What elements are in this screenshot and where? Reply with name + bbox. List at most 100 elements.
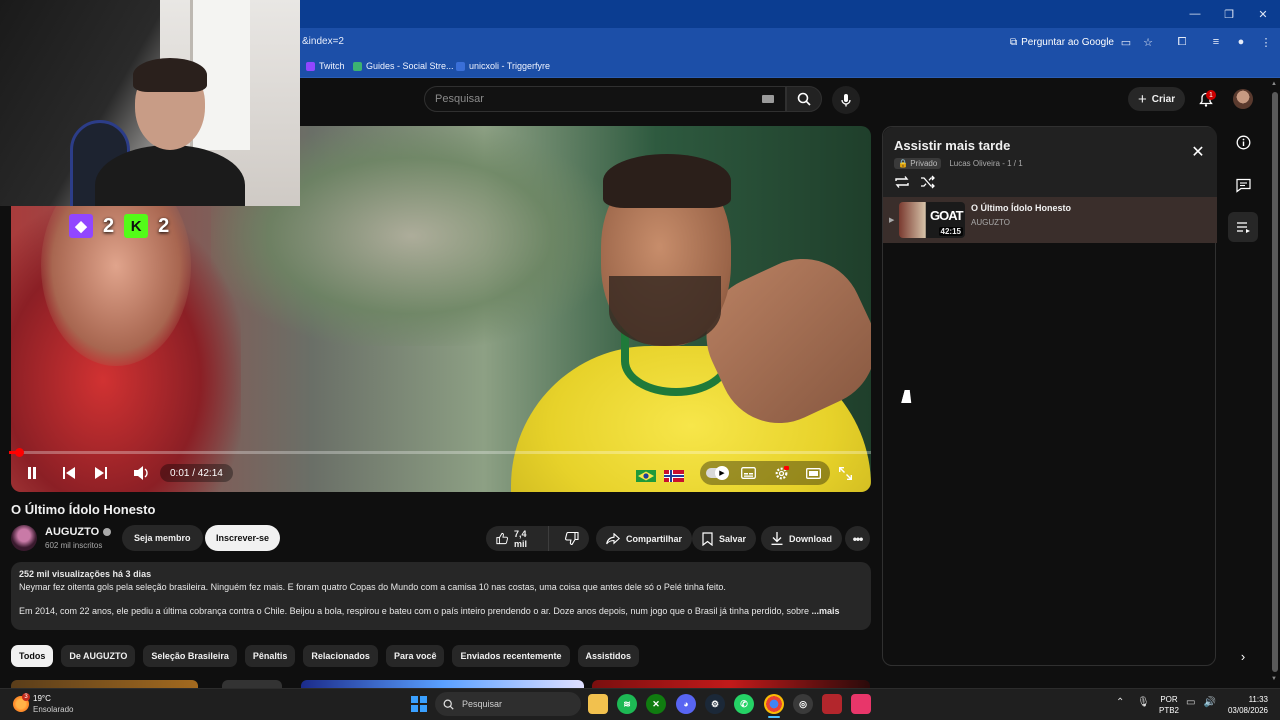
tray-overflow-icon[interactable]: ⌃ (1116, 697, 1124, 708)
chip-enviados-recentemente[interactable]: Enviados recentemente (452, 645, 570, 667)
chip-relacionados[interactable]: Relacionados (303, 645, 378, 667)
subscribe-button[interactable]: Inscrever-se (205, 525, 281, 551)
chat-button[interactable] (1228, 170, 1258, 200)
obs-icon[interactable]: ◎ (793, 694, 813, 714)
profile-icon[interactable]: ● (1233, 34, 1249, 50)
like-count: 7,4 mil (514, 528, 528, 549)
thumbnail-text: GOAT (930, 208, 964, 223)
theater-mode-button[interactable] (803, 463, 823, 483)
pause-icon (28, 467, 36, 479)
fullscreen-button[interactable] (835, 463, 855, 483)
chip-sele-o-brasileira[interactable]: Seleção Brasileira (143, 645, 237, 667)
steam-icon[interactable]: ⚙ (705, 694, 725, 714)
taskbar-search[interactable]: Pesquisar (435, 692, 581, 716)
close-window-icon[interactable]: ✕ (1246, 0, 1280, 28)
progress-bar[interactable] (9, 451, 871, 454)
weather-temperature[interactable]: 19°C (33, 694, 51, 703)
playlist-toggle-button[interactable] (1228, 212, 1258, 242)
search-button[interactable] (786, 86, 822, 112)
subtitles-button[interactable] (738, 463, 758, 483)
start-button[interactable] (411, 696, 427, 712)
like-button[interactable]: 7,4 mil (486, 526, 549, 551)
active-app-indicator (768, 716, 780, 718)
description-box[interactable]: 252 mil visualizações há 3 dias Neymar f… (11, 562, 871, 630)
avatar[interactable] (1233, 89, 1253, 109)
keyboard-icon[interactable] (762, 95, 774, 103)
related-thumbnail[interactable] (11, 680, 198, 688)
chip-p-naltis[interactable]: Pênaltis (244, 645, 296, 667)
subtitle-flags (636, 470, 684, 482)
privacy-label: Privado (910, 159, 938, 168)
dislike-button[interactable] (555, 526, 589, 551)
chip-para-voc[interactable]: Para você (385, 645, 445, 667)
join-button[interactable]: Seja membro (122, 525, 203, 551)
volume-button[interactable] (131, 463, 153, 483)
streaming-app-icon[interactable] (822, 694, 842, 714)
create-button[interactable]: + Criar (1128, 87, 1186, 111)
file-explorer-icon[interactable] (588, 694, 608, 714)
plus-icon: + (1138, 90, 1147, 108)
shuffle-button[interactable] (919, 173, 937, 191)
channel-name-link[interactable]: AUGUZTO (45, 526, 112, 538)
scroll-down-icon[interactable]: ▼ (1271, 676, 1277, 682)
tray-mic-icon[interactable]: 🎙 (1137, 697, 1150, 708)
bookmark-twitch[interactable]: Twitch (306, 61, 345, 71)
cast-icon[interactable]: ▭ (1118, 34, 1134, 50)
url-text[interactable]: &index=2 (302, 36, 344, 47)
brazil-flag-icon (636, 470, 656, 482)
media-control-icon[interactable]: ≡ (1208, 34, 1224, 50)
spotify-icon[interactable]: ≋ (617, 694, 637, 714)
playlist-title[interactable]: Assistir mais tarde (894, 138, 1010, 153)
chip-assistidos[interactable]: Assistidos (577, 645, 640, 667)
app-icon[interactable] (851, 694, 871, 714)
extensions-icon[interactable]: ⧠ (1174, 34, 1190, 50)
share-button[interactable]: Compartilhar (596, 526, 693, 551)
xbox-icon[interactable]: ✕ (646, 694, 666, 714)
discord-icon[interactable]: ◕ (676, 694, 696, 714)
chrome-menu-icon[interactable]: ⋮ (1258, 34, 1274, 50)
chat-icon (1235, 178, 1251, 193)
speaker-icon[interactable]: 🔊 (1203, 697, 1215, 708)
pause-button[interactable] (22, 463, 42, 483)
progress-scrubber[interactable] (15, 448, 24, 457)
more-actions-button[interactable]: ••• (845, 526, 870, 551)
more-horizontal-icon: ••• (852, 531, 864, 546)
previous-button[interactable] (59, 463, 79, 483)
close-icon[interactable]: ✕ (1189, 143, 1207, 161)
whatsapp-icon[interactable]: ✆ (734, 694, 754, 714)
playlist-item[interactable]: ▶ GOAT 42:15 O Último Ídolo Honesto AUGU… (883, 197, 1217, 243)
gear-icon (775, 465, 789, 479)
scroll-up-icon[interactable]: ▲ (1271, 81, 1277, 87)
save-button[interactable]: Salvar (692, 526, 757, 551)
bookmark-triggerfyre[interactable]: unicxoli - Triggerfyre (456, 61, 550, 71)
ask-google-button[interactable]: ⧉ Perguntar ao Google (1004, 33, 1120, 51)
playlist-panel: Assistir mais tarde 🔒 Privado Lucas Oliv… (882, 126, 1217, 666)
settings-button[interactable] (770, 463, 792, 483)
related-thumbnail[interactable] (222, 680, 282, 688)
chip-de-auguzto[interactable]: De AUGUZTO (61, 645, 136, 667)
download-button[interactable]: Download (761, 526, 842, 551)
chevron-right-icon[interactable]: › (1232, 645, 1254, 667)
chrome-icon[interactable] (764, 694, 784, 714)
show-more-link[interactable]: ...mais (812, 606, 840, 616)
playlist-item-thumbnail[interactable]: GOAT 42:15 (899, 202, 965, 238)
search-input[interactable]: Pesquisar (424, 86, 786, 112)
bookmark-star-icon[interactable]: ☆ (1140, 34, 1156, 50)
channel-avatar[interactable] (11, 525, 37, 551)
related-thumbnail[interactable] (592, 680, 870, 688)
weather-description[interactable]: Ensolarado (33, 705, 73, 714)
network-icon[interactable]: ▭ (1186, 697, 1195, 708)
next-button[interactable] (91, 463, 111, 483)
system-clock[interactable]: 11:33 03/08/2026 (1226, 694, 1268, 716)
loop-button[interactable] (893, 173, 911, 191)
voice-search-button[interactable] (832, 86, 860, 114)
bookmark-guides[interactable]: Guides - Social Stre... (353, 61, 454, 71)
related-thumbnail[interactable] (301, 680, 584, 688)
scrollbar-thumb[interactable] (1272, 92, 1278, 672)
info-button[interactable] (1228, 127, 1258, 157)
chip-todos[interactable]: Todos (11, 645, 54, 667)
input-language[interactable]: POR PTB2 (1159, 694, 1179, 716)
minimize-icon[interactable]: — (1178, 0, 1212, 28)
restore-icon[interactable]: ❐ (1212, 0, 1246, 28)
download-icon (771, 532, 783, 545)
